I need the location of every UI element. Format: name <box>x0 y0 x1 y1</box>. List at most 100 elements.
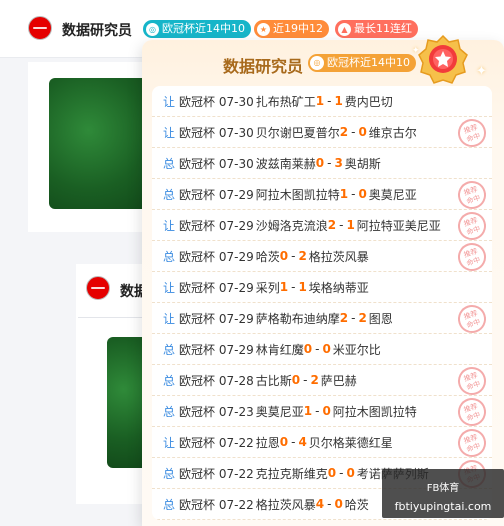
away-score: 2 <box>358 311 367 325</box>
away-team: 阿拉木图凯拉特 <box>332 404 417 419</box>
match-row[interactable]: 让欧冠杯 07-29 萨格勒布迪纳摩 2-2 图恩 推荐 命中 <box>152 301 492 337</box>
league-date: 欧冠杯 07-29 <box>179 249 254 264</box>
hit-stamp-icon: 推荐命中 <box>454 425 490 461</box>
score-separator: - <box>303 373 308 387</box>
away-score: 2 <box>310 373 319 387</box>
bet-type-label: 让 <box>163 435 176 450</box>
hit-stamp-icon: 推荐命中 <box>454 394 490 430</box>
home-score: 1 <box>339 187 349 201</box>
home-team: 克拉克斯维克 <box>255 466 328 481</box>
away-team: 奥胡斯 <box>344 156 381 171</box>
hit-stamp-icon: 推荐命中 <box>454 115 490 151</box>
match-row[interactable]: 让欧冠杯 07-30 贝尔谢巴夏普尔 2-0 维京古尔 推荐 命中 <box>152 115 492 151</box>
league-date: 欧冠杯 07-29 <box>179 311 254 326</box>
match-row[interactable]: 让欧冠杯 07-29 沙姆洛克流浪 2-1 阿拉特亚美尼亚 推荐 命中 <box>152 208 492 244</box>
target-icon: ◎ <box>146 22 159 36</box>
bet-type-label: 总 <box>163 249 176 264</box>
match-row[interactable]: 让欧冠杯 07-30 扎布热矿工 1-1 费内巴切 <box>152 86 492 117</box>
hit-stamp-icon: 推荐命中 <box>454 239 490 275</box>
bet-type-label: 总 <box>163 466 176 481</box>
author-name[interactable]: 数据研究员 <box>62 20 132 40</box>
score-separator: - <box>291 435 296 449</box>
away-team: 费内巴切 <box>344 94 393 109</box>
score-separator: - <box>315 404 320 418</box>
bet-type-label: 总 <box>163 497 176 512</box>
match-row[interactable]: 总欧冠杯 07-29 阿拉木图凯拉特 1-0 奥莫尼亚 推荐 命中 <box>152 177 492 213</box>
home-team: 奥莫尼亚 <box>255 404 304 419</box>
bet-type-label: 总 <box>163 342 176 357</box>
medal-icon <box>418 34 468 84</box>
away-team: 格拉茨风暴 <box>308 249 369 264</box>
home-score: 1 <box>315 94 325 108</box>
popup-badge-label: 欧冠杯近14中10 <box>327 56 410 69</box>
home-score: 0 <box>279 435 289 449</box>
home-score: 0 <box>279 249 289 263</box>
away-score: 0 <box>346 466 355 480</box>
league-date: 欧冠杯 07-22 <box>179 435 254 450</box>
away-team: 埃格纳蒂亚 <box>308 280 369 295</box>
away-team: 维京古尔 <box>368 125 417 140</box>
league-date: 欧冠杯 07-29 <box>179 342 254 357</box>
star-icon: ★ <box>257 22 270 36</box>
hit-stamp-icon: 推荐命中 <box>454 363 490 399</box>
match-row[interactable]: 总欧冠杯 07-28 古比斯 0-2 萨巴赫 推荐 命中 <box>152 363 492 399</box>
divider <box>78 317 148 318</box>
home-team: 萨格勒布迪纳摩 <box>255 311 340 326</box>
article-thumbnail[interactable] <box>49 78 148 209</box>
away-score: 2 <box>298 249 307 263</box>
home-score: 0 <box>315 156 325 170</box>
bet-type-label: 总 <box>163 187 176 202</box>
bet-type-label: 总 <box>163 404 176 419</box>
home-score: 4 <box>315 497 325 511</box>
match-row[interactable]: 让欧冠杯 07-22 拉恩 0-4 贝尔格莱德红星 推荐 命中 <box>152 425 492 461</box>
watermark-brand: FB体育 <box>426 483 460 494</box>
league-date: 欧冠杯 07-30 <box>179 94 254 109</box>
match-row[interactable]: 总欧冠杯 07-23 奥莫尼亚 1-0 阿拉木图凯拉特 推荐 命中 <box>152 394 492 430</box>
score-separator: - <box>339 466 344 480</box>
home-team: 扎布热矿工 <box>255 94 316 109</box>
home-team: 阿拉木图凯拉特 <box>255 187 340 202</box>
score-separator: - <box>327 156 332 170</box>
score-separator: - <box>327 497 332 511</box>
league-date: 欧冠杯 07-28 <box>179 373 254 388</box>
away-score: 1 <box>346 218 355 232</box>
match-row[interactable]: 让欧冠杯 07-29 采列 1-1 埃格纳蒂亚 <box>152 272 492 303</box>
hit-stamp-icon: 推荐命中 <box>454 301 490 337</box>
away-score: 0 <box>358 125 367 139</box>
score-separator: - <box>291 280 296 294</box>
score-separator: - <box>291 249 296 263</box>
home-score: 0 <box>303 342 313 356</box>
streak-tag-label: 最长11连红 <box>354 22 412 35</box>
hit-rate-tag: ★ 近19中12 <box>254 20 329 38</box>
home-score: 1 <box>303 404 313 418</box>
away-team: 阿拉特亚美尼亚 <box>356 218 441 233</box>
watermark: FB体育 fbtiyupingtai.com <box>382 469 504 518</box>
streak-tag: ▲ 最长11连红 <box>335 20 418 38</box>
home-score: 1 <box>279 280 289 294</box>
hit-rate-tag-label: 近19中12 <box>273 22 323 35</box>
away-score: 0 <box>334 497 343 511</box>
away-score: 0 <box>322 404 331 418</box>
home-score: 2 <box>327 218 337 232</box>
match-row[interactable]: 总欧冠杯 07-30 波兹南莱赫 0-3 奥胡斯 <box>152 148 492 179</box>
away-score: 0 <box>322 342 331 356</box>
league-date: 欧冠杯 07-23 <box>179 404 254 419</box>
popup-record-badge: ◎ 欧冠杯近14中10 <box>308 54 416 72</box>
second-author-avatar[interactable] <box>86 276 110 300</box>
match-row[interactable]: 总欧冠杯 07-29 哈茨 0-2 格拉茨风暴 推荐 命中 <box>152 239 492 275</box>
score-separator: - <box>351 125 356 139</box>
author-avatar[interactable] <box>28 16 52 40</box>
away-team: 贝尔格莱德红星 <box>308 435 393 450</box>
flame-icon: ▲ <box>338 22 351 36</box>
bet-type-label: 让 <box>163 94 176 109</box>
home-score: 2 <box>339 125 349 139</box>
away-team: 萨巴赫 <box>320 373 357 388</box>
home-team: 拉恩 <box>255 435 280 450</box>
sparkle-icon: ✦ <box>476 64 487 79</box>
home-team: 古比斯 <box>255 373 292 388</box>
score-separator: - <box>327 94 332 108</box>
match-row[interactable]: 总欧冠杯 07-29 林肯红魔 0-0 米亚尔比 <box>152 334 492 365</box>
target-icon: ◎ <box>310 56 324 70</box>
league-date: 欧冠杯 07-29 <box>179 280 254 295</box>
away-score: 1 <box>334 94 343 108</box>
